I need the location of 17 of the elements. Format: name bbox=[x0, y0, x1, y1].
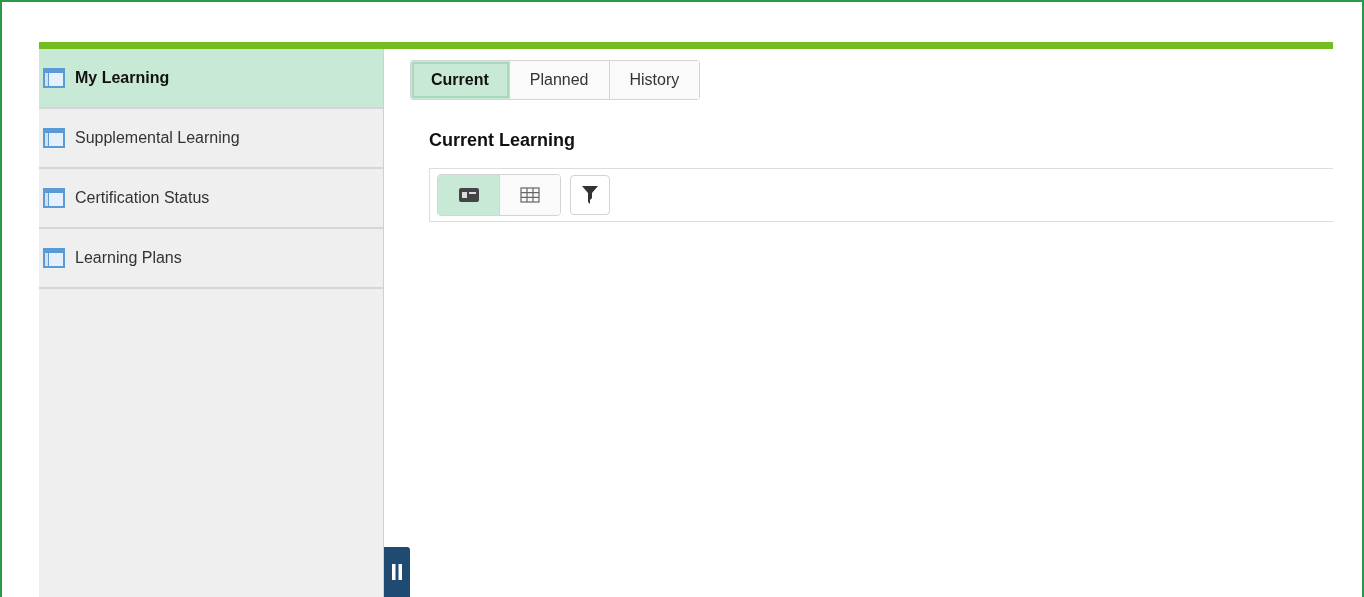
collapse-handle[interactable] bbox=[384, 547, 410, 597]
sidebar-item[interactable]: Certification Status bbox=[39, 169, 383, 229]
filter-icon bbox=[582, 186, 598, 204]
filter-button[interactable] bbox=[570, 175, 610, 215]
sidebar-item[interactable]: My Learning bbox=[39, 49, 383, 109]
grid-icon bbox=[520, 187, 540, 203]
id-card-icon bbox=[458, 188, 479, 202]
section-title: Current Learning bbox=[429, 130, 576, 151]
view-button[interactable] bbox=[438, 175, 499, 215]
tab[interactable]: Current bbox=[411, 61, 510, 99]
window-icon bbox=[43, 248, 65, 268]
window-icon bbox=[43, 68, 65, 88]
sidebar-item[interactable]: Supplemental Learning bbox=[39, 109, 383, 169]
window-icon bbox=[43, 188, 65, 208]
sidebar-item[interactable]: Learning Plans bbox=[39, 229, 383, 289]
window-icon bbox=[43, 128, 65, 148]
pause-icon bbox=[392, 564, 402, 580]
